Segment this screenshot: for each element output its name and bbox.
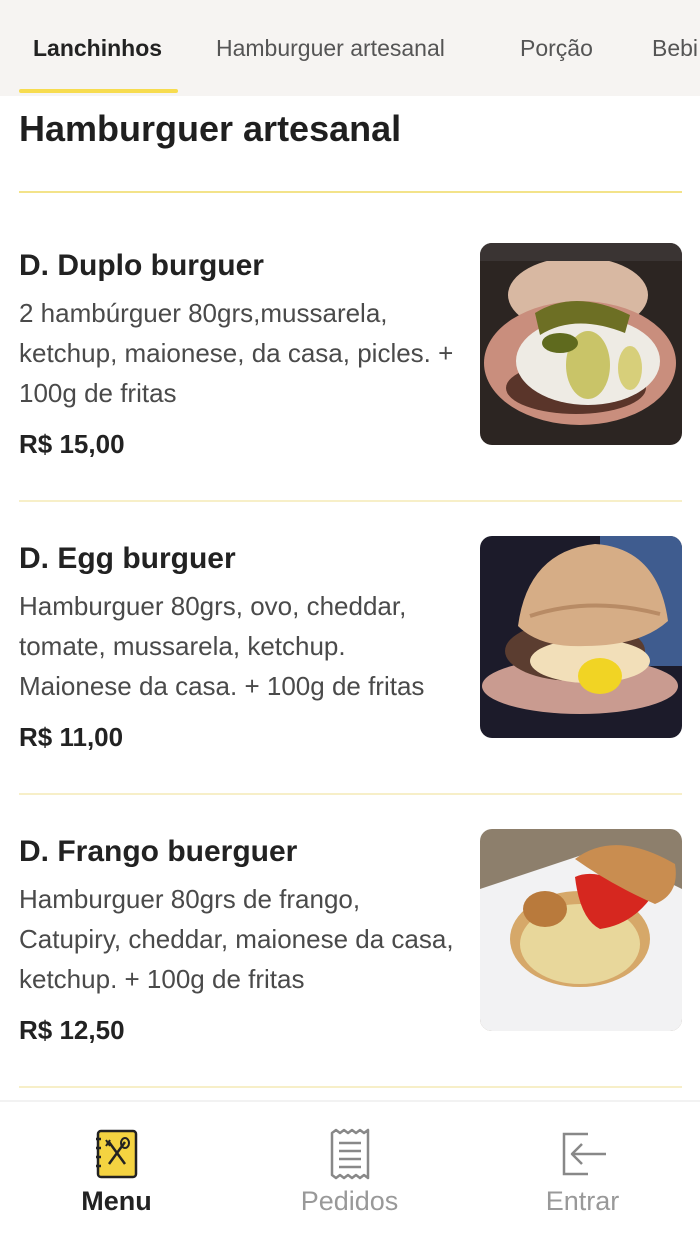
product-name: D. Frango buerguer (19, 835, 298, 868)
receipt-icon (325, 1128, 375, 1180)
product-price: R$ 11,00 (19, 722, 124, 752)
tab-bebidas[interactable]: Bebi (652, 0, 698, 96)
product-price: R$ 12,50 (19, 1015, 125, 1045)
product-image[interactable] (480, 536, 682, 738)
nav-entrar-label: Entrar (545, 1186, 620, 1216)
active-tab-indicator (19, 89, 178, 93)
nav-entrar[interactable]: Entrar (466, 1102, 699, 1244)
product-divider (19, 1086, 682, 1088)
product-image[interactable] (480, 243, 682, 445)
category-tabs: Lanchinhos Hamburguer artesanal Porção B… (0, 0, 700, 96)
section-title: Hamburguer artesanal (19, 108, 402, 149)
product-description: Hamburguer 80grs, ovo, cheddar, tomate, … (19, 591, 425, 701)
product-price: R$ 15,00 (19, 429, 125, 459)
nav-pedidos[interactable]: Pedidos (233, 1102, 466, 1244)
tab-lanchinhos[interactable]: Lanchinhos (33, 0, 162, 96)
tab-hamburguer-artesanal[interactable]: Hamburguer artesanal (216, 0, 445, 96)
product-name: D. Duplo burguer (19, 249, 264, 282)
product-card[interactable]: D. Frango buerguer Hamburguer 80grs de f… (0, 829, 700, 1045)
section-divider (19, 191, 682, 193)
product-name: D. Egg burguer (19, 542, 236, 575)
product-image[interactable] (480, 829, 682, 1031)
menu-book-icon (92, 1128, 142, 1180)
product-description: 2 hambúrguer 80grs,mussarela, ketchup, m… (19, 298, 454, 408)
login-icon (558, 1128, 608, 1180)
product-card[interactable]: D. Duplo burguer 2 hambúrguer 80grs,muss… (0, 243, 700, 459)
nav-menu-label: Menu (81, 1186, 152, 1216)
nav-pedidos-label: Pedidos (300, 1186, 399, 1216)
tab-porcao[interactable]: Porção (520, 0, 593, 96)
product-divider (19, 793, 682, 795)
product-divider (19, 500, 682, 502)
product-description: Hamburguer 80grs de frango, Catupiry, ch… (19, 884, 454, 994)
bottom-nav: Menu Pedidos Entrar (0, 1100, 700, 1244)
product-card[interactable]: D. Egg burguer Hamburguer 80grs, ovo, ch… (0, 536, 700, 752)
nav-menu[interactable]: Menu (0, 1102, 233, 1244)
